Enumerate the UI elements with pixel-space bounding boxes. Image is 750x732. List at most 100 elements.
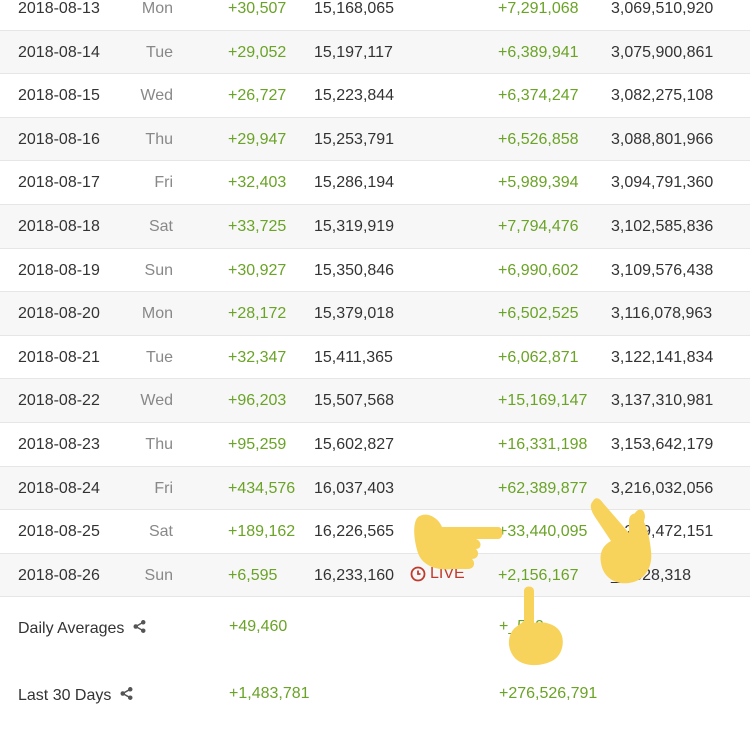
pointing-left-hand-emoji [414, 514, 503, 570]
date-cell: 2018-08-15 [18, 87, 100, 105]
weekday-cell: Sat [148, 523, 173, 541]
views-change-cell: +33,440,095 [498, 523, 588, 541]
weekday-cell: Tue [146, 348, 173, 366]
table-row: 2018-08-17 Fri +32,403 15,286,194 +5,989,394… [0, 161, 750, 205]
summary-label: Daily Averages [18, 619, 147, 639]
weekday-cell: Sat [148, 218, 173, 235]
views-change-cell: +6,990,602 [498, 261, 579, 279]
summary-views-value: +276,526,791 [499, 685, 598, 702]
subscriber-total-cell: 15,379,018 [314, 305, 395, 323]
views-total-cell: 3,082,275,108 [611, 87, 714, 105]
date-cell: 2018-08-16 [18, 130, 100, 148]
views-change-cell: +7,291,068 [498, 0, 579, 17]
date-cell: 2018-08-20 [18, 305, 100, 323]
views-change-cell: +7,794,476 [498, 218, 579, 235]
table-row: 2018-08-18 Sat +33,725 15,319,919 +7,794,476… [0, 205, 750, 249]
views-total-cell: 3,153,642,179 [611, 436, 714, 453]
subscriber-total-cell: 15,411,365 [314, 348, 393, 366]
subscriber-total-cell: 15,602,827 [314, 436, 395, 453]
date-cell: 2018-08-25 [18, 523, 100, 541]
date-cell: 2018-08-24 [18, 479, 100, 497]
views-change-cell: +16,331,198 [498, 436, 588, 453]
table-row: 2018-08-22 Wed +96,203 15,507,568 +15,169,14… [0, 379, 750, 423]
subscriber-total-cell: 16,233,160 [314, 566, 395, 584]
weekday-cell: Sun [144, 566, 173, 584]
table-row: 2018-08-16 Thu +29,947 15,253,791 +6,526,858… [0, 117, 750, 162]
views-change-cell: +6,502,525 [498, 305, 579, 323]
views-total-cell: 3,075,900,861 [611, 43, 714, 61]
subscriber-total-cell: 15,223,844 [314, 87, 395, 105]
subscriber-total-cell: 15,286,194 [314, 174, 395, 192]
subscriber-change-cell: +29,052 [228, 43, 287, 61]
subscriber-change-cell: +28,172 [228, 305, 287, 323]
subscriber-change-cell: +6,595 [228, 566, 278, 584]
date-cell: 2018-08-22 [18, 392, 100, 410]
share-button[interactable] [119, 686, 134, 706]
views-total-cell: 3,102,585,836 [611, 218, 714, 235]
date-cell: 2018-08-23 [18, 436, 100, 453]
subscriber-total-cell: 15,507,568 [314, 392, 395, 410]
views-change-cell: +6,062,871 [498, 348, 579, 366]
summary-subscriber-value: +49,460 [229, 618, 288, 635]
views-total-cell: 3,137,310,981 [611, 392, 714, 410]
summary-label-text: Daily Averages [18, 620, 125, 637]
date-cell: 2018-08-14 [18, 43, 100, 61]
table-row: 2018-08-23 Thu +95,259 15,602,827 +16,331,19… [0, 423, 750, 467]
views-change-cell: +6,526,858 [498, 130, 579, 148]
views-change-cell: +15,169,147 [498, 392, 588, 410]
table-row: 2018-08-15 Wed +26,727 15,223,844 +6,374,247… [0, 74, 750, 118]
subscriber-change-cell: +189,162 [228, 523, 296, 541]
views-change-cell: +62,389,877 [498, 479, 588, 497]
share-icon [120, 687, 133, 700]
views-total-cell: 3,116,078,963 [611, 305, 713, 323]
weekday-cell: Thu [145, 436, 173, 453]
subscriber-total-cell: 15,319,919 [314, 218, 395, 235]
table-row: 2018-08-13 Mon +30,507 15,168,065 +7,291,068… [0, 0, 750, 31]
subscriber-change-cell: +29,947 [228, 130, 287, 148]
date-cell: 2018-08-19 [18, 261, 100, 279]
share-button[interactable] [132, 619, 147, 639]
subscriber-change-cell: +30,927 [228, 261, 287, 279]
subscriber-change-cell: +26,727 [228, 87, 287, 105]
views-change-cell: +2,156,167 [498, 566, 579, 584]
weekday-cell: Tue [146, 43, 173, 61]
table-row: 2018-08-19 Sun +30,927 15,350,846 +6,990,602… [0, 248, 750, 293]
subscriber-total-cell: 15,197,117 [314, 43, 393, 61]
weekday-cell: Fri [154, 174, 173, 192]
views-change-cell: +6,389,941 [498, 43, 579, 61]
date-cell: 2018-08-13 [18, 0, 100, 17]
subscriber-change-cell: +96,203 [228, 392, 287, 410]
date-cell: 2018-08-17 [18, 174, 100, 192]
table-row: 2018-08-14 Tue +29,052 15,197,117 +6,389,941… [0, 30, 750, 75]
daily-averages-row: Daily Averages+49,460+_560 [0, 605, 750, 665]
subscriber-total-cell: 15,168,065 [314, 0, 395, 17]
subscriber-change-cell: +434,576 [228, 479, 296, 497]
subscriber-total-cell: 16,037,403 [314, 479, 395, 497]
weekday-cell: Mon [141, 305, 173, 323]
date-cell: 2018-08-21 [18, 348, 100, 366]
views-change-cell: +6,374,247 [498, 87, 579, 105]
views-total-cell: 3,088,801,966 [611, 130, 714, 148]
date-cell: 2018-08-18 [18, 218, 100, 235]
summary-label: Last 30 Days [18, 686, 134, 706]
victory-hand-emoji [590, 498, 652, 584]
weekday-cell: Wed [140, 392, 173, 410]
views-change-cell: +5,989,394 [498, 174, 579, 192]
subscriber-change-cell: +32,403 [228, 174, 287, 192]
subscriber-change-cell: +30,507 [228, 0, 287, 17]
weekday-cell: Wed [140, 87, 173, 105]
summary-subscriber-value: +1,483,781 [229, 685, 310, 702]
views-total-cell: 3,109,576,438 [611, 261, 714, 279]
summary-label-text: Last 30 Days [18, 687, 112, 704]
views-total-cell: 3,069,510,920 [611, 0, 714, 17]
views-total-cell: 3,094,791,360 [611, 174, 714, 192]
table-row: 2018-08-20 Mon +28,172 15,379,018 +6,502,525… [0, 292, 750, 336]
weekday-cell: Sun [144, 261, 173, 279]
weekday-cell: Mon [141, 0, 173, 17]
subscriber-total-cell: 15,253,791 [314, 130, 395, 148]
weekday-cell: Thu [145, 130, 173, 148]
subscriber-change-cell: +33,725 [228, 218, 287, 235]
weekday-cell: Fri [154, 479, 173, 497]
share-icon [133, 620, 146, 633]
subscriber-change-cell: +95,259 [228, 436, 287, 453]
